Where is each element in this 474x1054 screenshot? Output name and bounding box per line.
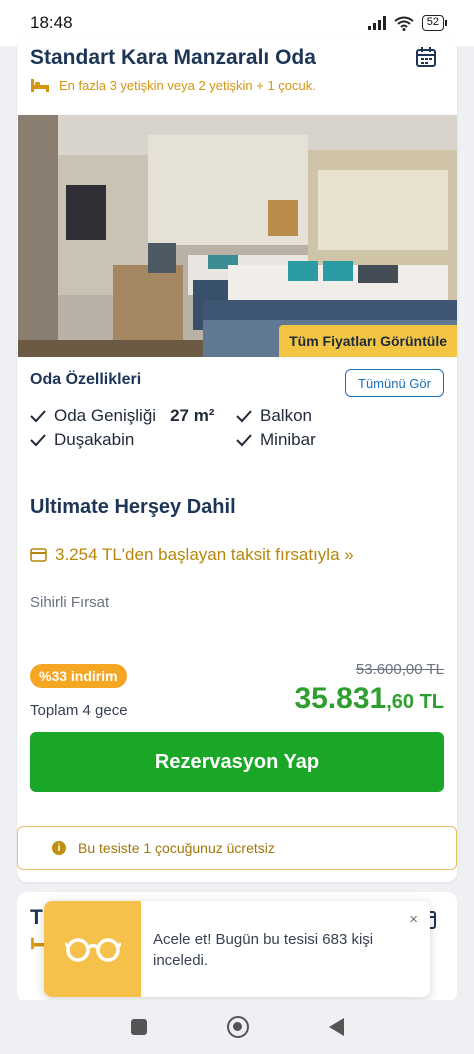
child-free-notice: i Bu tesiste 1 çocuğunuz ücretsiz bbox=[17, 826, 457, 870]
close-icon[interactable]: × bbox=[409, 911, 418, 928]
feature-minibar: Minibar bbox=[236, 430, 316, 450]
book-button[interactable]: Rezervasyon Yap bbox=[30, 732, 444, 792]
system-nav-bar bbox=[0, 1000, 474, 1054]
info-icon: i bbox=[52, 841, 66, 855]
room-capacity: En fazla 3 yetişkin veya 2 yetişkin + 1 … bbox=[30, 77, 316, 93]
room-title: Standart Kara Manzaralı Oda bbox=[30, 46, 316, 69]
status-icons: 52 bbox=[367, 15, 448, 31]
back-button[interactable] bbox=[328, 1018, 344, 1036]
check-icon bbox=[236, 410, 252, 423]
room-photo-image bbox=[18, 115, 457, 357]
status-time: 18:48 bbox=[30, 13, 73, 32]
installment-text[interactable]: 3.254 TL'den başlayan taksit fırsatıyla … bbox=[55, 545, 354, 565]
toast-message: Acele et! Bugün bu tesisi 683 kişi incel… bbox=[153, 931, 374, 969]
glasses-icon bbox=[64, 938, 121, 962]
installment-link[interactable]: 3.254 TL'den başlayan taksit fırsatıyla … bbox=[30, 545, 354, 565]
calendar-icon[interactable] bbox=[415, 46, 437, 68]
capacity-text: En fazla 3 yetişkin veya 2 yetişkin + 1 … bbox=[59, 77, 316, 93]
old-price: 53.600,00 TL bbox=[355, 661, 444, 678]
feature-value: 27 m² bbox=[170, 406, 215, 425]
current-price: 35.831,60 TL bbox=[294, 682, 444, 716]
feature-label: Balkon bbox=[260, 406, 312, 425]
battery-icon: 52 bbox=[421, 15, 448, 31]
check-icon bbox=[236, 434, 252, 447]
wifi-icon bbox=[394, 16, 414, 31]
feature-shower: Duşakabin bbox=[30, 430, 134, 450]
price-decimal: ,60 TL bbox=[386, 691, 444, 713]
card-icon bbox=[30, 548, 47, 562]
check-icon bbox=[30, 434, 46, 447]
bed-icon bbox=[31, 79, 49, 92]
child-note-text: Bu tesiste 1 çocuğunuz ücretsiz bbox=[78, 840, 275, 856]
signal-icon bbox=[367, 16, 386, 30]
board-type-title: Ultimate Herşey Dahil bbox=[30, 496, 236, 518]
next-room-title: T bbox=[30, 906, 43, 929]
nights-total: Toplam 4 gece bbox=[30, 702, 128, 719]
price-integer: 35.831 bbox=[294, 682, 387, 715]
features-title: Oda Özellikleri bbox=[30, 371, 142, 388]
room-card: Standart Kara Manzaralı Oda En fazla 3 y… bbox=[17, 40, 457, 882]
view-all-prices-button[interactable]: Tüm Fiyatları Görüntüle bbox=[279, 325, 457, 357]
room-photo[interactable]: Tüm Fiyatları Görüntüle bbox=[18, 115, 457, 357]
feature-label: Duşakabin bbox=[54, 430, 135, 449]
discount-badge: %33 indirim bbox=[30, 664, 127, 688]
recents-button[interactable] bbox=[130, 1019, 147, 1035]
home-button[interactable] bbox=[226, 1016, 249, 1038]
see-all-button[interactable]: Tümünü Gör bbox=[345, 369, 444, 397]
toast-icon-box bbox=[44, 901, 141, 997]
feature-room-size: Oda Genişliği 27 m² bbox=[30, 406, 214, 426]
check-icon bbox=[30, 410, 46, 423]
feature-label: Minibar bbox=[260, 430, 316, 449]
feature-balcony: Balkon bbox=[236, 406, 312, 426]
deal-name: Sihirli Fırsat bbox=[30, 594, 110, 611]
feature-label: Oda Genişliği bbox=[54, 406, 157, 425]
viewers-toast: Acele et! Bugün bu tesisi 683 kişi incel… bbox=[44, 901, 430, 997]
